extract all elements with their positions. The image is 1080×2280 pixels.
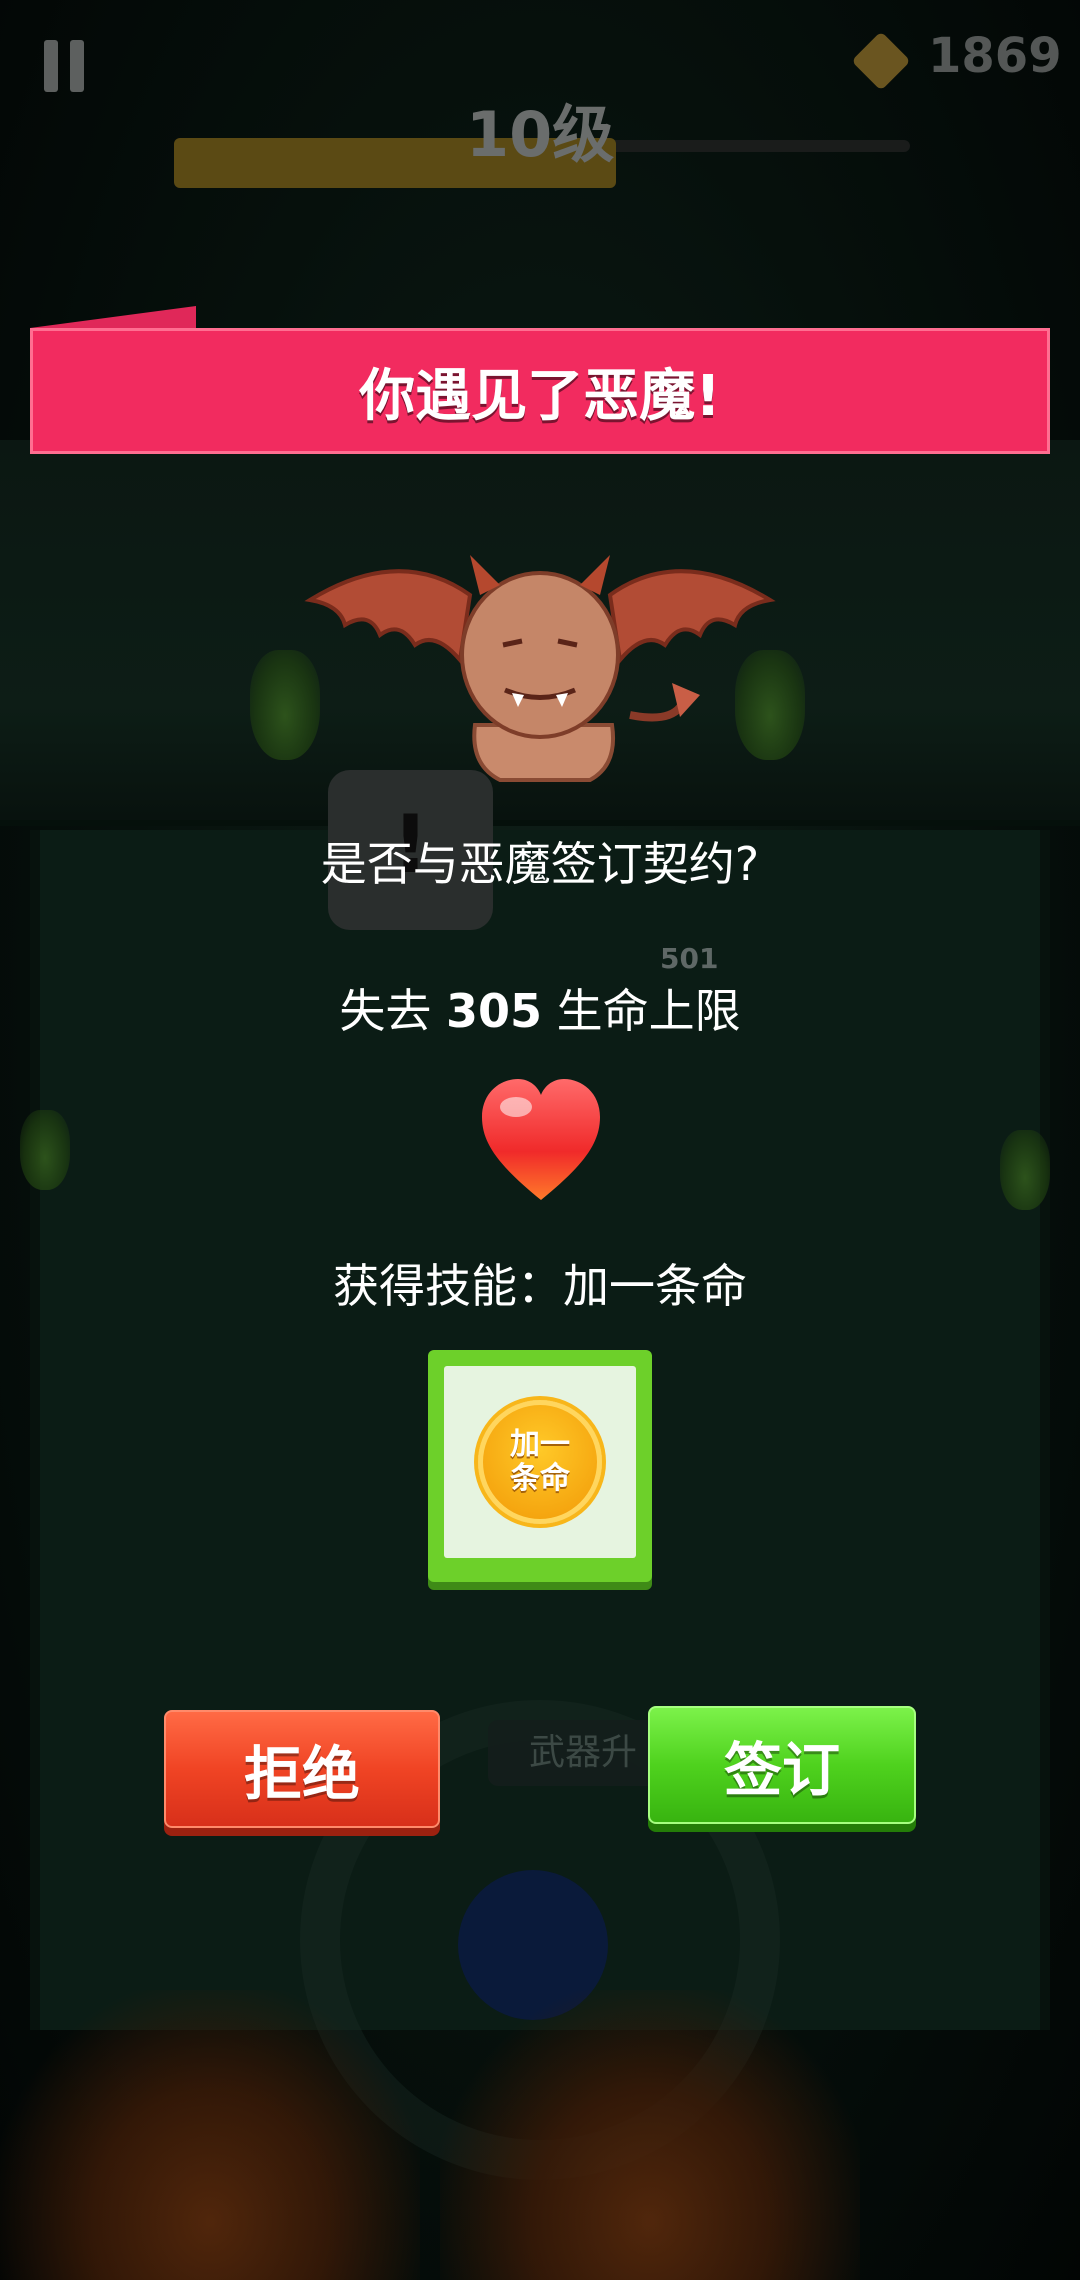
demon-icon (304, 555, 776, 782)
fire-effect (0, 1990, 420, 2280)
sign-button[interactable]: 签订 (648, 1706, 916, 1824)
title-banner: 你遇见了恶魔! (30, 328, 1050, 454)
contract-question: 是否与恶魔签订契约? (320, 837, 760, 891)
life-loss-text: 失去 305 生命上限 (0, 975, 1080, 1041)
gem-icon (851, 31, 911, 91)
level-label: 10级 (466, 98, 615, 171)
skill-icon-line1: 加一 (510, 1427, 570, 1462)
banner-tab (30, 306, 196, 328)
loss-suffix: 生命上限 (556, 984, 741, 1038)
fire-effect (440, 1990, 860, 2280)
pause-icon[interactable] (44, 40, 88, 92)
loss-prefix: 失去 (339, 984, 432, 1038)
game-screen: 武器升 ! 501 1869 10级 你遇见了恶魔! 是否与恶魔签订契约? 失去… (0, 0, 1080, 2280)
loss-amount: 305 (445, 984, 543, 1038)
skill-gain-text: 获得技能：加一条命 (333, 1259, 747, 1313)
enemy-damage-number: 501 (660, 942, 719, 975)
skill-card-inner: 加一 条命 (444, 1366, 636, 1558)
torch-icon (1000, 1130, 1050, 1210)
skill-card: 加一 条命 (428, 1350, 652, 1582)
refuse-button[interactable]: 拒绝 (164, 1710, 440, 1828)
heart-icon (482, 1079, 600, 1200)
torch-icon (20, 1110, 70, 1190)
skill-icon-line2: 条命 (510, 1461, 570, 1496)
gem-count: 1869 (928, 28, 1062, 84)
dialog-title: 你遇见了恶魔! (359, 363, 721, 429)
extra-life-skill-icon: 加一 条命 (478, 1400, 602, 1524)
